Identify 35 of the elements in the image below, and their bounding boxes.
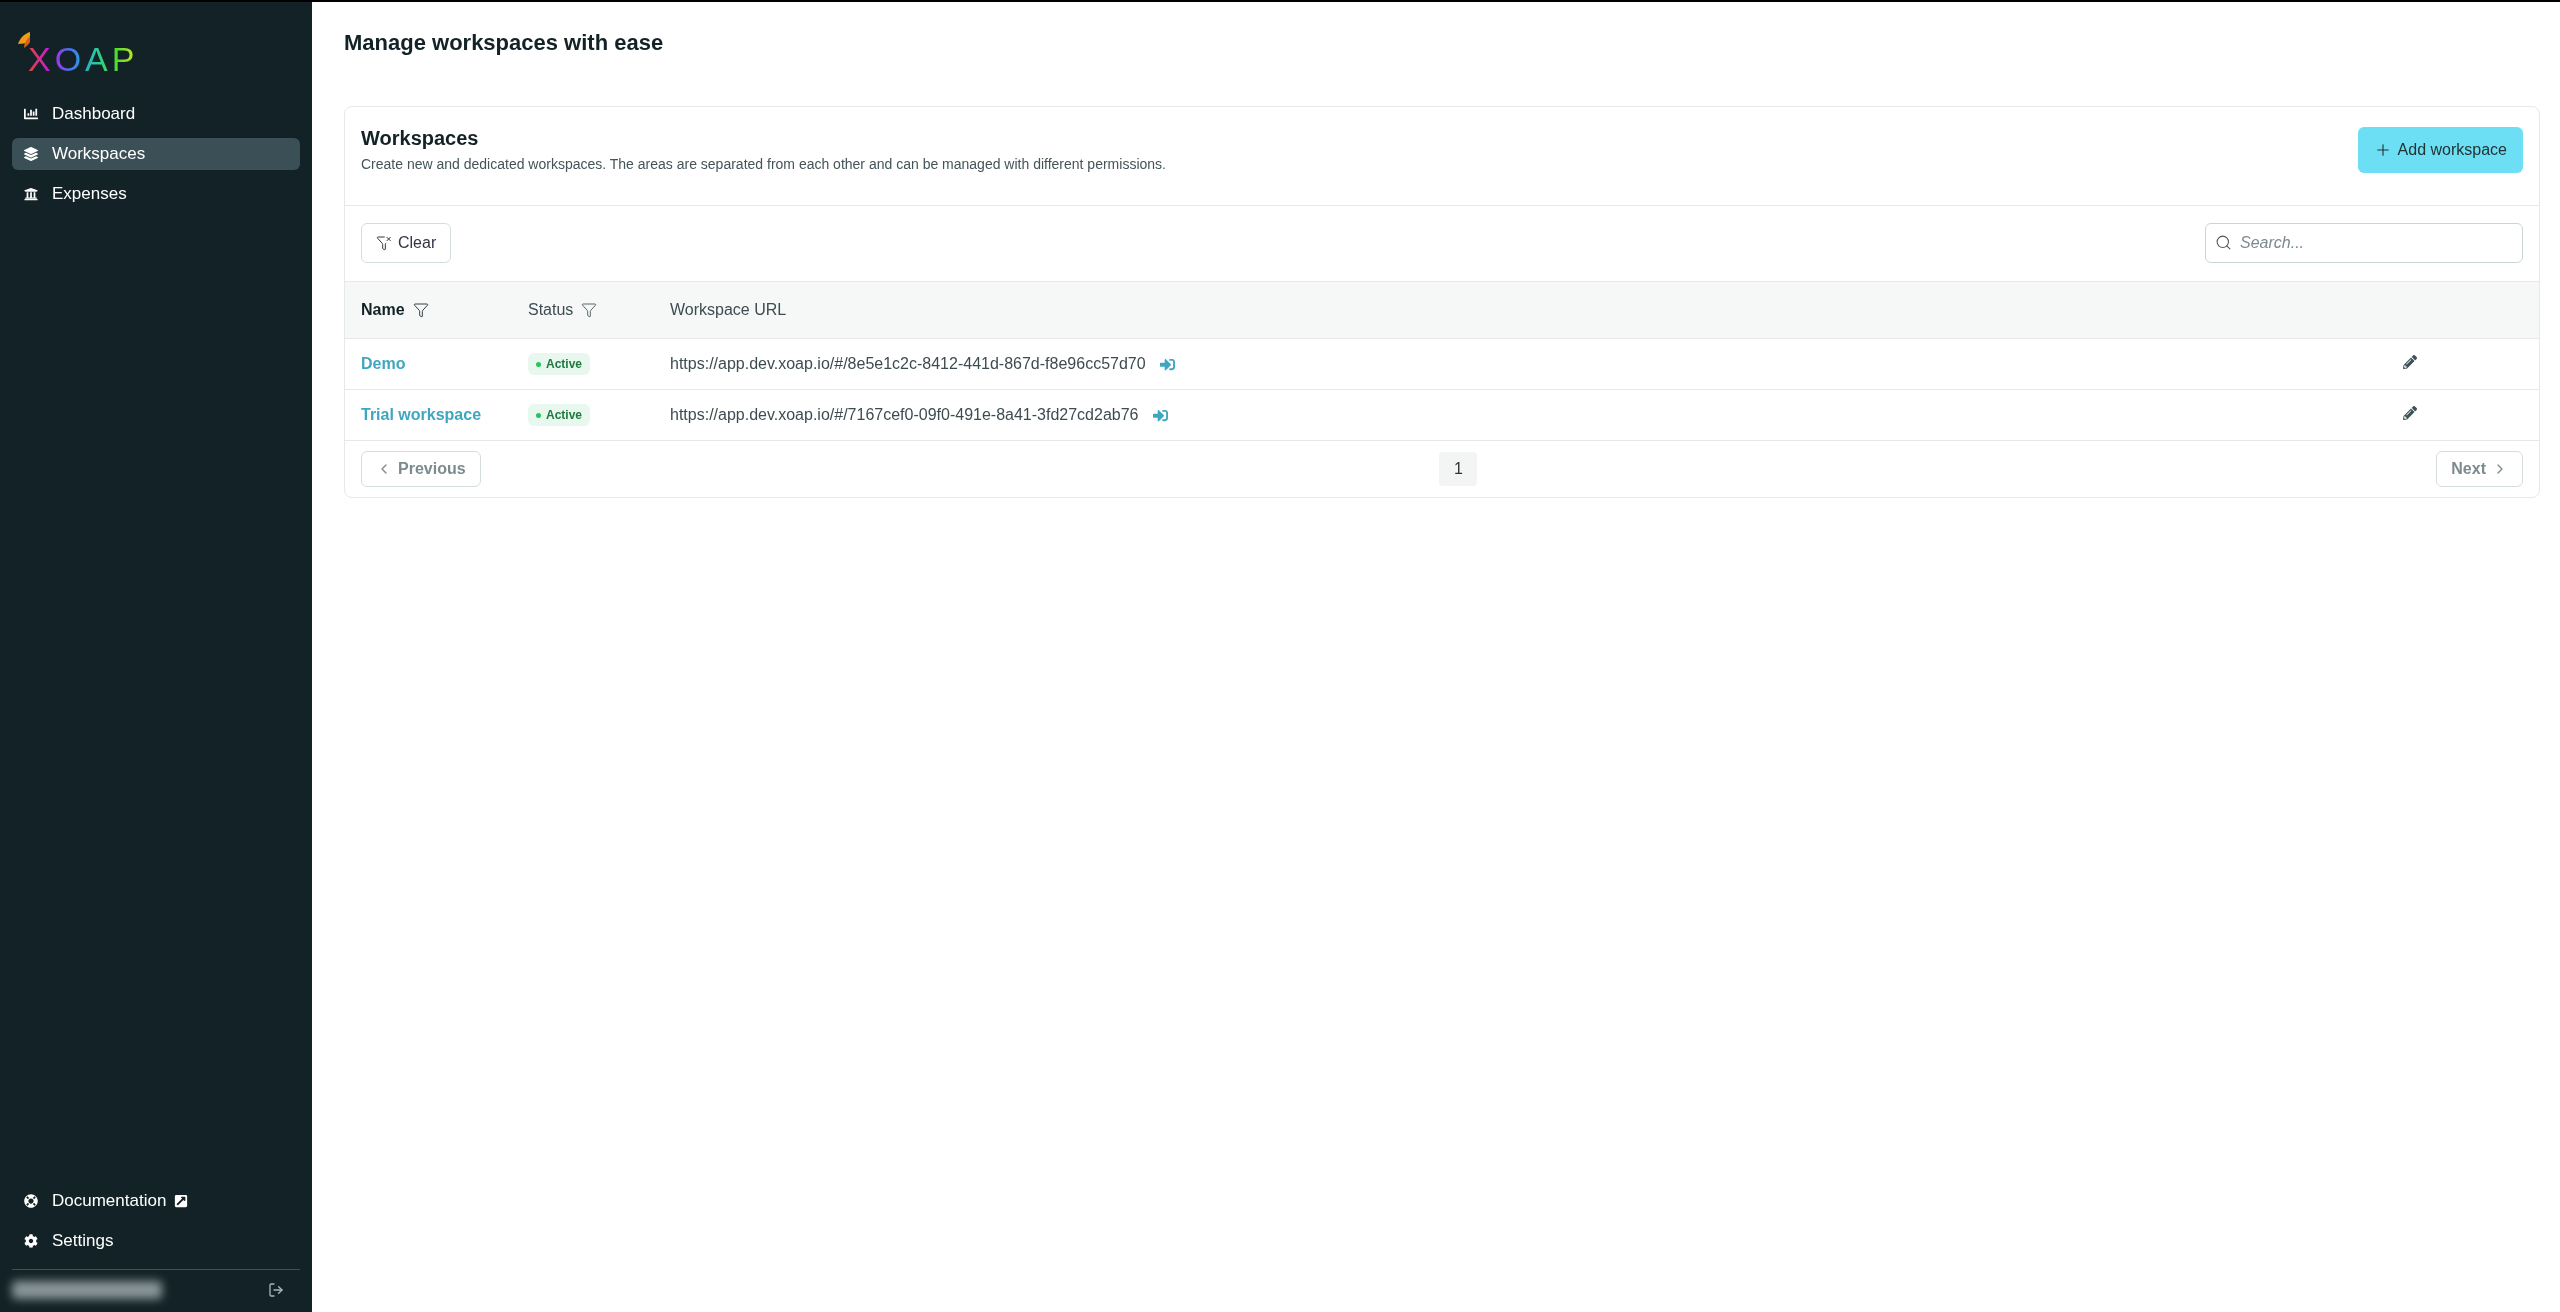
open-workspace-icon[interactable] <box>1152 407 1168 423</box>
status-badge: Active <box>528 404 591 427</box>
workspace-url: https://app.dev.xoap.io/#/8e5e1c2c-8412-441d-867d-f8e96cc57d70 <box>670 355 1146 373</box>
edit-icon[interactable] <box>2403 355 2417 369</box>
settings-icon <box>24 1234 38 1248</box>
open-workspace-icon[interactable] <box>1159 356 1175 372</box>
filter-icon[interactable] <box>412 302 429 318</box>
column-header: Workspace URL <box>670 301 787 319</box>
page-button[interactable]: 1 <box>1439 452 1478 486</box>
clear-filter-button[interactable]: Clear <box>361 223 452 263</box>
edit-icon[interactable] <box>2403 406 2417 420</box>
layers-icon <box>24 147 38 161</box>
filter-off-icon <box>376 235 392 251</box>
column-header: Status <box>528 301 574 319</box>
add-workspace-button[interactable]: Add workspace <box>2357 127 2523 173</box>
nav-item[interactable]: Dashboard <box>12 98 300 130</box>
butterfly-icon <box>18 32 32 50</box>
nav-item[interactable]: Workspaces <box>12 138 300 170</box>
search-field[interactable]: Search... <box>2205 223 2523 263</box>
card-title: Workspaces <box>361 127 480 150</box>
nav-item[interactable]: Settings <box>12 1225 300 1257</box>
nav-item[interactable]: Expenses <box>12 178 300 210</box>
logout-icon <box>268 1282 284 1298</box>
page-title: Manage workspaces with ease <box>344 30 665 56</box>
nav-item[interactable]: Documentation <box>12 1185 300 1217</box>
lifebuoy-icon <box>24 1194 38 1208</box>
bank-icon <box>24 187 38 201</box>
workspace-url: https://app.dev.xoap.io/#/7167cef0-09f0-491e-8a41-3fd27cd2ab76 <box>670 406 1139 424</box>
filter-icon[interactable] <box>581 302 598 318</box>
card-description: Create new and dedicated workspaces. The areas are separated from each other and can be managed with different permissions. <box>361 156 1166 172</box>
bar-chart-icon <box>24 107 38 121</box>
external-link-icon <box>174 1194 189 1208</box>
search-icon <box>2215 234 2232 251</box>
column-header: Name <box>361 301 405 319</box>
status-badge: Active <box>528 353 591 376</box>
